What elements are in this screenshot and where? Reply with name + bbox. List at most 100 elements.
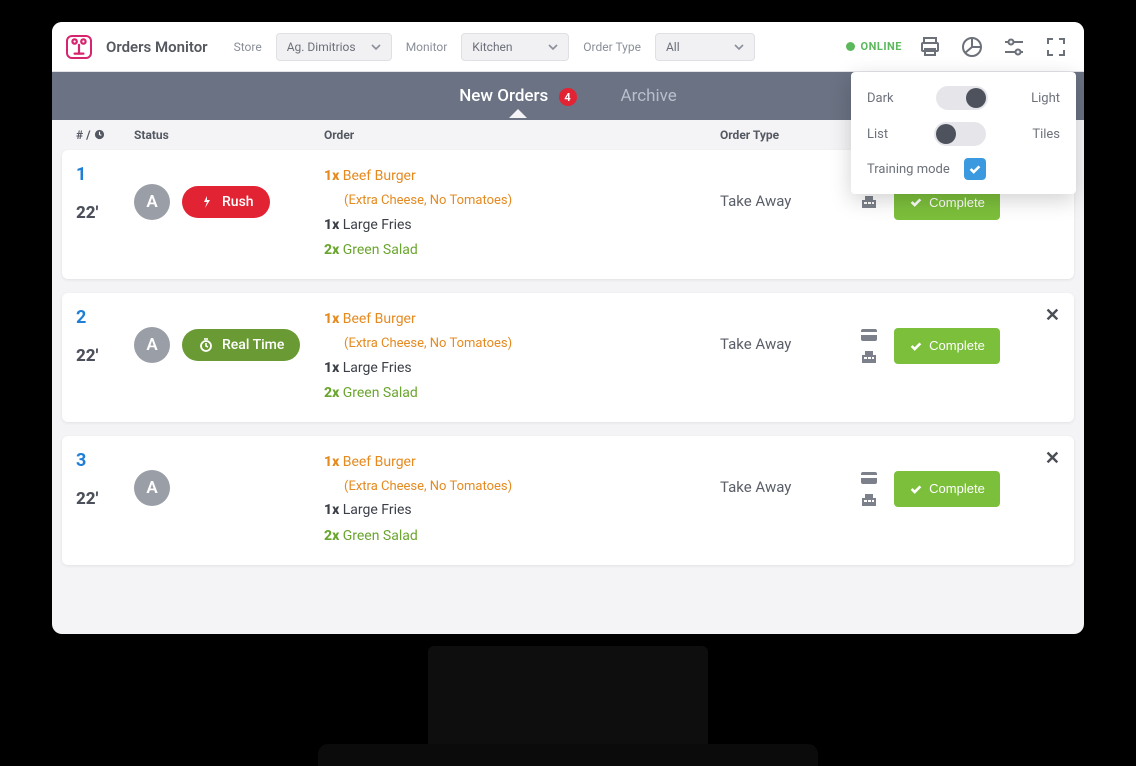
order-number: 1 [76, 164, 134, 185]
app-logo-icon [66, 35, 92, 59]
tiles-label: Tiles [1032, 127, 1060, 142]
store-select[interactable]: Ag. Dimitrios [276, 33, 392, 61]
fullscreen-icon[interactable] [1042, 35, 1070, 59]
order-number: 2 [76, 307, 134, 328]
col-ordertype: Order Type [720, 128, 860, 142]
order-line: 2x Green Salad [324, 524, 720, 549]
training-label: Training mode [867, 162, 950, 177]
register-icon [860, 194, 878, 210]
line-qty: 1x [324, 360, 343, 376]
training-checkbox[interactable] [964, 158, 986, 180]
line-name: Beef Burger [343, 168, 416, 184]
theme-toggle[interactable] [936, 86, 988, 110]
order-lines: 1x Beef Burger(Extra Cheese, No Tomatoes… [324, 450, 720, 549]
monitor-stand [428, 646, 708, 766]
order-line: 1x Large Fries [324, 498, 720, 523]
line-name: Green Salad [343, 385, 418, 401]
order-time: 22' [76, 203, 134, 223]
line-qty: 1x [324, 311, 343, 327]
list-label: List [867, 127, 888, 142]
register-icon [860, 492, 878, 508]
order-time: 22' [76, 489, 134, 509]
ordertype-label: Order Type [583, 40, 641, 54]
line-name: Large Fries [343, 217, 412, 233]
ordertype-value: All [666, 40, 680, 54]
settings-sliders-icon[interactable] [1000, 35, 1028, 59]
complete-label: Complete [929, 195, 985, 210]
print-icon[interactable] [916, 35, 944, 59]
order-line: 1x Beef Burger [324, 307, 720, 332]
col-status: Status [134, 128, 324, 142]
dismiss-order-button[interactable]: ✕ [1045, 448, 1060, 469]
card-icon [860, 470, 878, 486]
dismiss-order-button[interactable]: ✕ [1045, 305, 1060, 326]
line-name: Beef Burger [343, 454, 416, 470]
order-card: ✕322'A1x Beef Burger(Extra Cheese, No To… [62, 436, 1074, 565]
line-name: Green Salad [343, 242, 418, 258]
line-qty: 1x [324, 502, 343, 518]
store-label: Store [234, 40, 262, 54]
order-number: 3 [76, 450, 134, 471]
rush-badge: Rush [182, 186, 270, 218]
monitor-value: Kitchen [472, 40, 512, 54]
col-order: Order [324, 128, 720, 142]
line-name: Green Salad [343, 528, 418, 544]
tab-new-orders[interactable]: New Orders 4 [457, 86, 578, 107]
complete-label: Complete [929, 338, 985, 353]
line-modifiers: (Extra Cheese, No Tomatoes) [324, 189, 720, 212]
order-line: 1x Beef Burger [324, 450, 720, 475]
ordertype-select[interactable]: All [655, 33, 755, 61]
avatar: A [134, 184, 170, 220]
order-line: 1x Beef Burger [324, 164, 720, 189]
mini-icons [860, 194, 878, 210]
light-label: Light [1031, 91, 1060, 106]
order-card: ✕222'AReal Time1x Beef Burger(Extra Chee… [62, 293, 1074, 422]
complete-button[interactable]: Complete [894, 471, 1000, 507]
new-orders-badge: 4 [559, 88, 577, 106]
pill-label: Real Time [222, 337, 284, 353]
col-number: # / [76, 128, 134, 142]
order-list: ✕122'ARush1x Beef Burger(Extra Cheese, N… [52, 150, 1084, 565]
complete-label: Complete [929, 481, 985, 496]
line-qty: 1x [324, 168, 343, 184]
pill-label: Rush [222, 194, 254, 210]
dark-label: Dark [867, 91, 894, 106]
avatar: A [134, 470, 170, 506]
line-qty: 1x [324, 217, 343, 233]
running-icon [198, 194, 214, 210]
mini-icons [860, 327, 878, 365]
check-icon [909, 195, 923, 209]
realtime-badge: Real Time [182, 329, 300, 361]
view-toggle[interactable] [934, 122, 986, 146]
store-value: Ag. Dimitrios [287, 40, 356, 54]
status-text: ONLINE [861, 40, 902, 53]
chevron-down-icon [734, 42, 744, 52]
chevron-down-icon [548, 42, 558, 52]
order-line: 1x Large Fries [324, 356, 720, 381]
screen: Orders Monitor Store Ag. Dimitrios Monit… [52, 22, 1084, 634]
stopwatch-icon [198, 337, 214, 353]
clock-icon [94, 129, 105, 140]
monitor-select[interactable]: Kitchen [461, 33, 569, 61]
chart-icon[interactable] [958, 35, 986, 59]
order-line: 2x Green Salad [324, 381, 720, 406]
line-name: Large Fries [343, 360, 412, 376]
tab-archive[interactable]: Archive [619, 86, 679, 106]
line-name: Beef Burger [343, 311, 416, 327]
order-line: 1x Large Fries [324, 213, 720, 238]
line-modifiers: (Extra Cheese, No Tomatoes) [324, 475, 720, 498]
online-status: ONLINE [846, 40, 902, 53]
order-line: 2x Green Salad [324, 238, 720, 263]
order-type: Take Away [720, 164, 860, 210]
chevron-down-icon [371, 42, 381, 52]
topbar: Orders Monitor Store Ag. Dimitrios Monit… [52, 22, 1084, 72]
monitor-label: Monitor [406, 40, 448, 54]
order-type: Take Away [720, 307, 860, 353]
line-qty: 1x [324, 454, 343, 470]
order-time: 22' [76, 346, 134, 366]
avatar: A [134, 327, 170, 363]
check-icon [909, 339, 923, 353]
line-qty: 2x [324, 528, 343, 544]
complete-button[interactable]: Complete [894, 328, 1000, 364]
line-name: Large Fries [343, 502, 412, 518]
